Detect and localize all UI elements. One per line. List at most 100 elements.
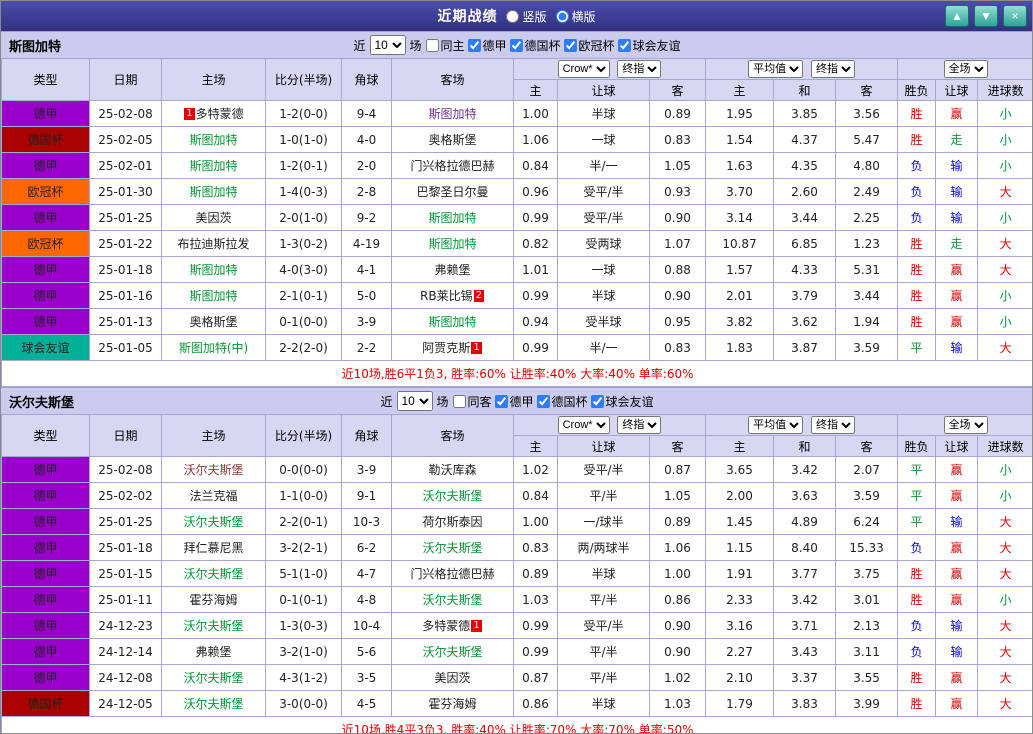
handicap-result-cell: 输 [935,612,979,639]
odds-stage-select[interactable]: 终指 [617,416,662,434]
same-venue-checkbox[interactable] [425,38,439,52]
odds-company-select[interactable]: Crow* [557,416,610,434]
team-link[interactable]: 沃尔夫斯堡 [183,463,243,477]
team-link[interactable]: 多特蒙德 [196,107,244,121]
filter-controls: 近 10 场 同主 德甲 德国杯 欧冠杯 球会友谊 [352,35,681,55]
goals-result-cell: 小 [977,100,1032,127]
team-link[interactable]: 奥格斯堡 [189,315,237,329]
team-link[interactable]: 沃尔夫斯堡 [422,541,482,555]
team-link[interactable]: 勒沃库森 [428,463,476,477]
away-team-cell: 斯图加特 [391,100,514,127]
team-link[interactable]: 霍芬海姆 [428,697,476,711]
same-venue-filter[interactable]: 同主 [425,37,464,54]
team-link[interactable]: 荷尔斯泰因 [422,515,482,529]
avg-odds-group: 平均值 终指 [705,414,899,436]
recent-results-window: 近期战绩 竖版 横版 ▲ ▼ × 斯图加特 近 10 场 同主 德甲 德国杯 欧… [0,0,1033,734]
red-card-badge: 1 [471,342,482,354]
team-link[interactable]: 阿贾克斯 [422,341,470,355]
vertical-radio-input[interactable] [506,9,520,23]
match-date-cell: 24-12-08 [89,664,162,691]
close-button[interactable]: × [1003,5,1027,27]
team-link[interactable]: 美因茨 [195,211,231,225]
avg-source-select[interactable]: 平均值 [748,60,804,78]
odds-handicap-cell: 平/半 [557,586,650,613]
filter-league-item[interactable]: 球会友谊 [590,393,654,410]
match-scope-select[interactable]: 全场 [943,60,988,78]
team-link[interactable]: 霍芬海姆 [189,593,237,607]
result-cell: 负 [897,534,937,561]
team-link[interactable]: 斯图加特 [428,107,476,121]
score-cell: 1-4(0-3) [265,178,342,205]
avg-source-select[interactable]: 平均值 [748,416,804,434]
team-link[interactable]: 美因茨 [434,671,470,685]
team-link[interactable]: 布拉迪斯拉发 [177,237,249,251]
team-link[interactable]: 沃尔夫斯堡 [422,645,482,659]
match-date-cell: 25-01-25 [89,204,162,231]
score-cell: 1-3(0-3) [265,612,342,639]
result-cell: 负 [897,204,937,231]
league-filter-checkbox[interactable] [536,394,550,408]
team-link[interactable]: 斯图加特 [189,159,237,173]
same-venue-filter[interactable]: 同客 [452,393,492,410]
layout-vertical-radio[interactable]: 竖版 [506,8,547,25]
team-link[interactable]: 沃尔夫斯堡 [422,489,482,503]
avg-draw-cell: 3.43 [773,638,837,665]
horizontal-radio-input[interactable] [555,9,569,23]
layout-horizontal-radio[interactable]: 横版 [555,8,596,25]
team-link[interactable]: 奥格斯堡 [428,133,476,147]
team-link[interactable]: 弗赖堡 [195,645,231,659]
league-filter-checkbox[interactable] [509,38,523,52]
team-link[interactable]: 斯图加特 [428,237,476,251]
filter-league-item[interactable]: 球会友谊 [617,37,681,54]
col-score: 比分(半场) [265,414,342,457]
scroll-up-button[interactable]: ▲ [945,5,969,27]
scroll-down-button[interactable]: ▼ [974,5,998,27]
league-filter-checkbox[interactable] [467,38,481,52]
team-link[interactable]: 沃尔夫斯堡 [183,515,243,529]
league-filter-checkbox[interactable] [617,38,631,52]
team-link[interactable]: 拜仁慕尼黑 [183,541,243,555]
team-link[interactable]: 沃尔夫斯堡 [183,567,243,581]
team-link[interactable]: 门兴格拉德巴赫 [410,159,494,173]
team-link[interactable]: 沃尔夫斯堡 [183,671,243,685]
team-link[interactable]: 法兰克福 [189,489,237,503]
avg-away-cell: 3.11 [835,638,899,665]
filter-league-item[interactable]: 德甲 [494,393,534,410]
team-link[interactable]: 斯图加特 [189,185,237,199]
match-scope-select[interactable]: 全场 [943,416,988,434]
match-date-cell: 25-01-15 [89,560,162,587]
team-link[interactable]: 弗赖堡 [434,263,470,277]
team-link[interactable]: 门兴格拉德巴赫 [410,567,494,581]
score-cell: 4-0(3-0) [265,256,342,283]
col-avg-home: 主 [705,79,775,101]
team-link[interactable]: 沃尔夫斯堡 [422,593,482,607]
filter-league-item[interactable]: 德国杯 [536,393,588,410]
team-link[interactable]: 斯图加特 [189,263,237,277]
team-link[interactable]: 斯图加特 [428,211,476,225]
league-filter-checkbox[interactable] [563,38,577,52]
sections-container: 斯图加特 近 10 场 同主 德甲 德国杯 欧冠杯 球会友谊 类型 日期 主场 … [1,31,1032,733]
league-filter-checkbox[interactable] [590,394,604,408]
recent-games-select[interactable]: 10 [396,391,433,411]
filter-league-item[interactable]: 德甲 [467,37,507,54]
filter-league-item[interactable]: 德国杯 [509,37,561,54]
home-team-cell: 沃尔夫斯堡 [161,690,266,717]
odds-company-select[interactable]: Crow* [557,60,610,78]
avg-stage-select[interactable]: 终指 [810,60,855,78]
team-link[interactable]: 斯图加特 [189,133,237,147]
team-link[interactable]: 沃尔夫斯堡 [183,697,243,711]
filter-league-item[interactable]: 欧冠杯 [563,37,615,54]
odds-stage-select[interactable]: 终指 [617,60,662,78]
same-venue-checkbox[interactable] [452,394,466,408]
avg-stage-select[interactable]: 终指 [810,416,855,434]
team-link[interactable]: 多特蒙德 [422,619,470,633]
team-link[interactable]: 沃尔夫斯堡 [183,619,243,633]
team-link[interactable]: 斯图加特(中) [179,341,248,355]
team-link[interactable]: RB莱比锡 [420,289,473,303]
odds-away-cell: 1.06 [648,534,707,561]
team-link[interactable]: 斯图加特 [189,289,237,303]
team-link[interactable]: 斯图加特 [428,315,476,329]
league-filter-checkbox[interactable] [494,394,508,408]
team-link[interactable]: 巴黎圣日尔曼 [416,185,488,199]
recent-games-select[interactable]: 10 [369,35,406,55]
